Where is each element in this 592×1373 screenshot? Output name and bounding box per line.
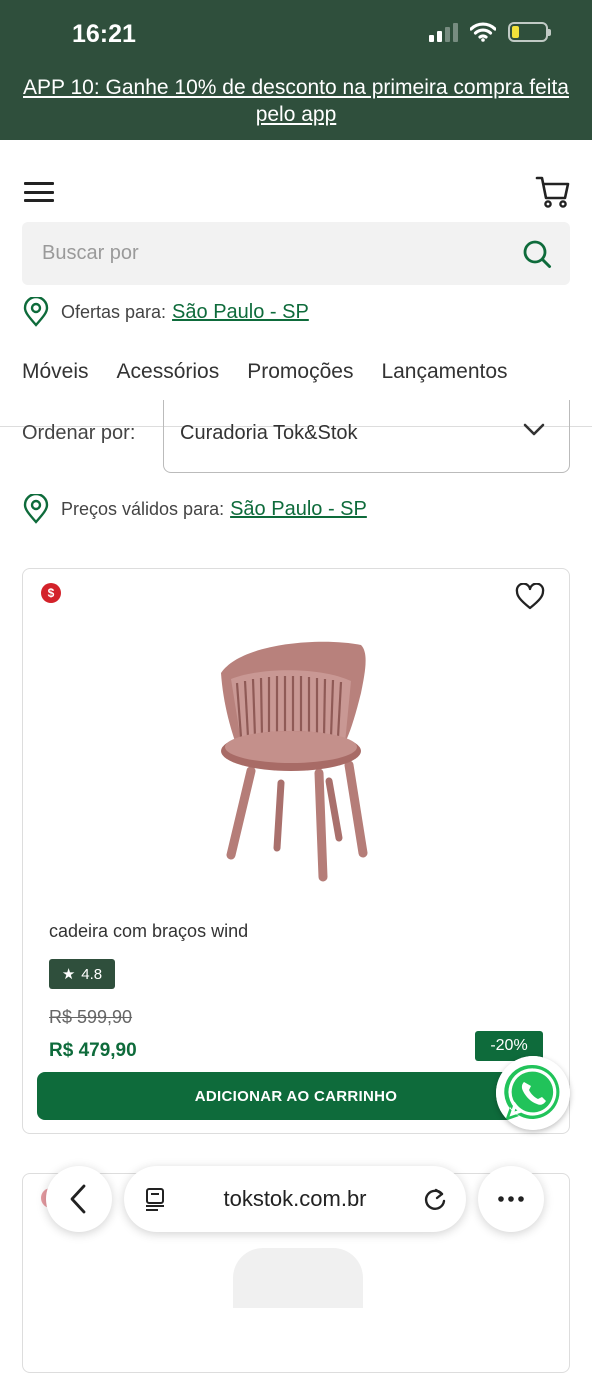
sort-select[interactable]: Curadoria Tok&Stok	[163, 400, 570, 473]
sort-selected-value: Curadoria Tok&Stok	[180, 422, 358, 444]
cart-icon[interactable]	[534, 174, 572, 210]
menu-icon[interactable]	[24, 180, 54, 204]
star-icon: ★	[61, 966, 76, 983]
product-image[interactable]	[211, 633, 381, 883]
product-name[interactable]: cadeira com braços wind	[49, 921, 248, 942]
location-pin-icon	[23, 494, 49, 524]
offers-location-link[interactable]: São Paulo - SP	[172, 301, 309, 324]
browser-url[interactable]: tokstok.com.br	[124, 1186, 466, 1212]
offers-location: Ofertas para: São Paulo - SP	[22, 297, 309, 327]
more-icon	[498, 1196, 524, 1202]
sort-label: Ordenar por:	[22, 422, 136, 444]
promo-banner-link[interactable]: APP 10: Ganhe 10% de desconto na primeir…	[0, 74, 592, 128]
nav-item-moveis[interactable]: Móveis	[22, 360, 89, 384]
cellular-signal-icon	[429, 22, 458, 42]
nav-item-acessorios[interactable]: Acessórios	[117, 360, 220, 384]
prices-location: Preços válidos para: São Paulo - SP	[22, 494, 367, 524]
page-menu-icon[interactable]	[144, 1187, 168, 1211]
battery-icon	[508, 22, 551, 42]
status-icons	[429, 22, 551, 42]
heart-icon[interactable]	[515, 583, 545, 611]
current-price: R$ 479,90	[49, 1040, 137, 1061]
sale-badge: $	[41, 583, 61, 603]
product-image[interactable]	[233, 1248, 363, 1308]
rating-value: 4.8	[81, 965, 103, 983]
search-input[interactable]	[40, 222, 500, 285]
status-time: 16:21	[72, 20, 136, 48]
nav-item-promocoes[interactable]: Promoções	[247, 360, 353, 384]
search-icon[interactable]	[522, 239, 552, 269]
reload-icon[interactable]	[422, 1186, 448, 1212]
browser-more-button[interactable]	[478, 1166, 544, 1232]
category-nav: Móveis Acessórios Promoções Lançamentos	[22, 360, 508, 384]
whatsapp-icon[interactable]	[496, 1056, 570, 1130]
offers-location-label: Ofertas para:	[61, 301, 167, 322]
browser-back-button[interactable]	[46, 1166, 112, 1232]
prices-location-label: Preços válidos para:	[61, 498, 225, 519]
old-price: R$ 599,90	[49, 1007, 133, 1027]
browser-address-bar[interactable]: tokstok.com.br	[124, 1166, 466, 1232]
product-card[interactable]: $ cadeira com braços wind ★ 4.8 R$ 599,9…	[22, 568, 570, 1134]
chevron-left-icon	[70, 1184, 86, 1214]
location-pin-icon	[23, 297, 49, 327]
nav-item-lancamentos[interactable]: Lançamentos	[381, 360, 507, 384]
add-to-cart-button[interactable]: ADICIONAR AO CARRINHO	[37, 1072, 555, 1120]
search-bar	[22, 222, 570, 285]
prices-location-link[interactable]: São Paulo - SP	[230, 498, 367, 521]
chevron-down-icon	[523, 423, 545, 436]
rating-badge: ★ 4.8	[49, 959, 115, 989]
wifi-icon	[470, 22, 496, 42]
